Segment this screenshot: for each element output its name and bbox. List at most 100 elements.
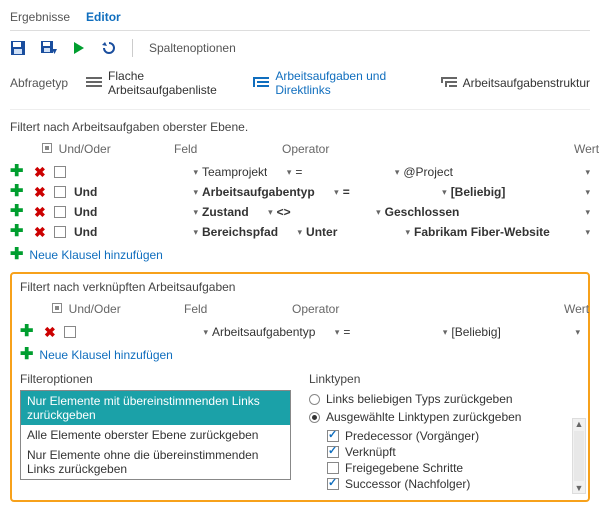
operator-dropdown-icon[interactable]: ▾: [361, 207, 381, 218]
radio-any-link[interactable]: Links beliebigen Typs zurückgeben: [309, 390, 580, 408]
undo-icon[interactable]: [100, 40, 116, 56]
link-type-label: Freigegebene Schritte: [345, 461, 463, 475]
add-row-icon[interactable]: ✚: [10, 206, 30, 218]
delete-row-icon[interactable]: ✖: [34, 186, 50, 198]
operator-cell[interactable]: =: [343, 325, 423, 339]
delete-row-icon[interactable]: ✖: [44, 326, 60, 338]
query-type-direct[interactable]: Arbeitsaufgaben und Direktlinks: [253, 67, 426, 99]
value-dropdown-icon[interactable]: ▾: [574, 227, 590, 238]
filter-option[interactable]: Nur Elemente mit übereinstimmenden Links…: [21, 391, 290, 425]
field-dropdown-icon[interactable]: ▾: [253, 207, 273, 218]
add-row-icon[interactable]: ✚: [20, 326, 40, 338]
operator-dropdown-icon[interactable]: ▾: [427, 327, 447, 338]
col-operator: Operator: [282, 142, 302, 156]
value-dropdown-icon[interactable]: ▾: [574, 207, 590, 218]
value-dropdown-icon[interactable]: ▾: [574, 187, 590, 198]
operator-dropdown-icon[interactable]: ▾: [427, 187, 447, 198]
tab-results[interactable]: Ergebnisse: [10, 10, 70, 24]
operator-cell[interactable]: <>: [277, 205, 357, 219]
scrollbar[interactable]: ▲ ▼: [572, 418, 586, 494]
scroll-down-icon[interactable]: ▼: [575, 483, 584, 493]
operator-dropdown-icon[interactable]: ▾: [390, 227, 410, 238]
col-field: Feld: [174, 142, 194, 156]
field-dropdown-icon[interactable]: ▾: [319, 187, 339, 198]
filter-row: ✚ ✖ ▾ Teamprojekt ▾ = ▾ @Project ▾: [10, 162, 590, 182]
add-clause-linked[interactable]: ✚ Neue Klausel hinzufügen: [20, 342, 580, 370]
filter-row: ✚ ✖ Und ▾ Bereichspfad ▾ Unter ▾ Fabrikam Fiber-…: [10, 222, 590, 242]
tab-editor[interactable]: Editor: [86, 10, 121, 24]
filter-option[interactable]: Alle Elemente oberster Ebene zurückgeben: [21, 425, 290, 445]
andor-cell[interactable]: Und: [74, 185, 174, 199]
field-dropdown-icon[interactable]: ▾: [319, 327, 339, 338]
link-type-row[interactable]: Successor (Nachfolger): [327, 476, 580, 492]
col-andor: Und/Oder: [10, 142, 166, 156]
add-clause-label: Neue Klausel hinzufügen: [29, 248, 162, 262]
filter-row: ✚ ✖ ▾ Arbeitsaufgabentyp ▾ = ▾ [Beliebig] ▾: [20, 322, 580, 342]
radio-selected-link[interactable]: Ausgewählte Linktypen zurückgeben: [309, 408, 580, 426]
add-row-icon[interactable]: ✚: [10, 226, 30, 238]
query-type-flat-label: Flache Arbeitsaufgabenliste: [108, 69, 239, 97]
link-type-checkbox[interactable]: [327, 478, 339, 490]
andor-dropdown-icon[interactable]: ▾: [178, 187, 198, 198]
value-dropdown-icon[interactable]: ▾: [564, 327, 580, 338]
field-dropdown-icon[interactable]: ▾: [271, 167, 291, 178]
group-checkbox[interactable]: [54, 226, 66, 238]
query-type-flat[interactable]: Flache Arbeitsaufgabenliste: [86, 67, 239, 99]
group-checkbox[interactable]: [54, 186, 66, 198]
operator-cell[interactable]: =: [295, 165, 375, 179]
direct-links-icon: [253, 76, 269, 90]
group-checkbox[interactable]: [54, 166, 66, 178]
query-type-direct-label: Arbeitsaufgaben und Direktlinks: [275, 69, 426, 97]
save-icon[interactable]: [10, 40, 26, 56]
delete-row-icon[interactable]: ✖: [34, 206, 50, 218]
field-cell[interactable]: Teamprojekt: [202, 165, 267, 179]
filter-options-list: Nur Elemente mit übereinstimmenden Links…: [20, 390, 291, 480]
field-cell[interactable]: Arbeitsaufgabentyp: [202, 185, 315, 199]
flat-list-icon: [86, 76, 102, 90]
group-checkbox[interactable]: [54, 206, 66, 218]
link-type-checkbox[interactable]: [327, 430, 339, 442]
link-type-row[interactable]: Predecessor (Vorgänger): [327, 428, 580, 444]
column-options-button[interactable]: Spaltenoptionen: [149, 41, 236, 55]
link-type-row[interactable]: Verknüpft: [327, 444, 580, 460]
scroll-thumb[interactable]: [574, 431, 584, 481]
filter-option[interactable]: Nur Elemente ohne die übereinstimmenden …: [21, 445, 290, 479]
value-cell[interactable]: @Project: [403, 165, 570, 179]
field-cell[interactable]: Bereichspfad: [202, 225, 278, 239]
plus-icon: ✚: [10, 249, 23, 261]
link-type-checkbox[interactable]: [327, 462, 339, 474]
save-as-icon[interactable]: [40, 40, 58, 56]
delete-row-icon[interactable]: ✖: [34, 226, 50, 238]
andor-dropdown-icon[interactable]: ▾: [178, 207, 198, 218]
value-cell[interactable]: Geschlossen: [385, 205, 570, 219]
add-row-icon[interactable]: ✚: [10, 166, 30, 178]
andor-cell[interactable]: Und: [74, 205, 174, 219]
link-type-checkbox[interactable]: [327, 446, 339, 458]
query-type-tree[interactable]: Arbeitsaufgabenstruktur: [441, 74, 590, 92]
link-type-label: Predecessor (Vorgänger): [345, 429, 479, 443]
operator-cell[interactable]: Unter: [306, 225, 386, 239]
value-dropdown-icon[interactable]: ▾: [574, 167, 590, 178]
value-cell[interactable]: [Beliebig]: [451, 325, 560, 339]
radio-any-label: Links beliebigen Typs zurückgeben: [326, 392, 513, 406]
field-cell[interactable]: Arbeitsaufgabentyp: [212, 325, 315, 339]
link-type-row[interactable]: Freigegebene Schritte: [327, 460, 580, 476]
value-cell[interactable]: Fabrikam Fiber-Website: [414, 225, 570, 239]
andor-dropdown-icon[interactable]: ▾: [178, 227, 198, 238]
andor-dropdown-icon[interactable]: ▾: [188, 327, 208, 338]
col-value-2: Wert: [564, 302, 580, 316]
add-clause-top[interactable]: ✚ Neue Klausel hinzufügen: [10, 242, 590, 270]
scroll-up-icon[interactable]: ▲: [575, 419, 584, 429]
add-row-icon[interactable]: ✚: [10, 186, 30, 198]
group-checkbox[interactable]: [64, 326, 76, 338]
andor-dropdown-icon[interactable]: ▾: [178, 167, 198, 178]
field-cell[interactable]: Zustand: [202, 205, 249, 219]
delete-row-icon[interactable]: ✖: [34, 166, 50, 178]
andor-cell[interactable]: Und: [74, 225, 174, 239]
run-icon[interactable]: [72, 41, 86, 55]
operator-dropdown-icon[interactable]: ▾: [379, 167, 399, 178]
value-cell[interactable]: [Beliebig]: [451, 185, 570, 199]
operator-cell[interactable]: =: [343, 185, 423, 199]
radio-icon: [309, 412, 320, 423]
field-dropdown-icon[interactable]: ▾: [282, 227, 302, 238]
